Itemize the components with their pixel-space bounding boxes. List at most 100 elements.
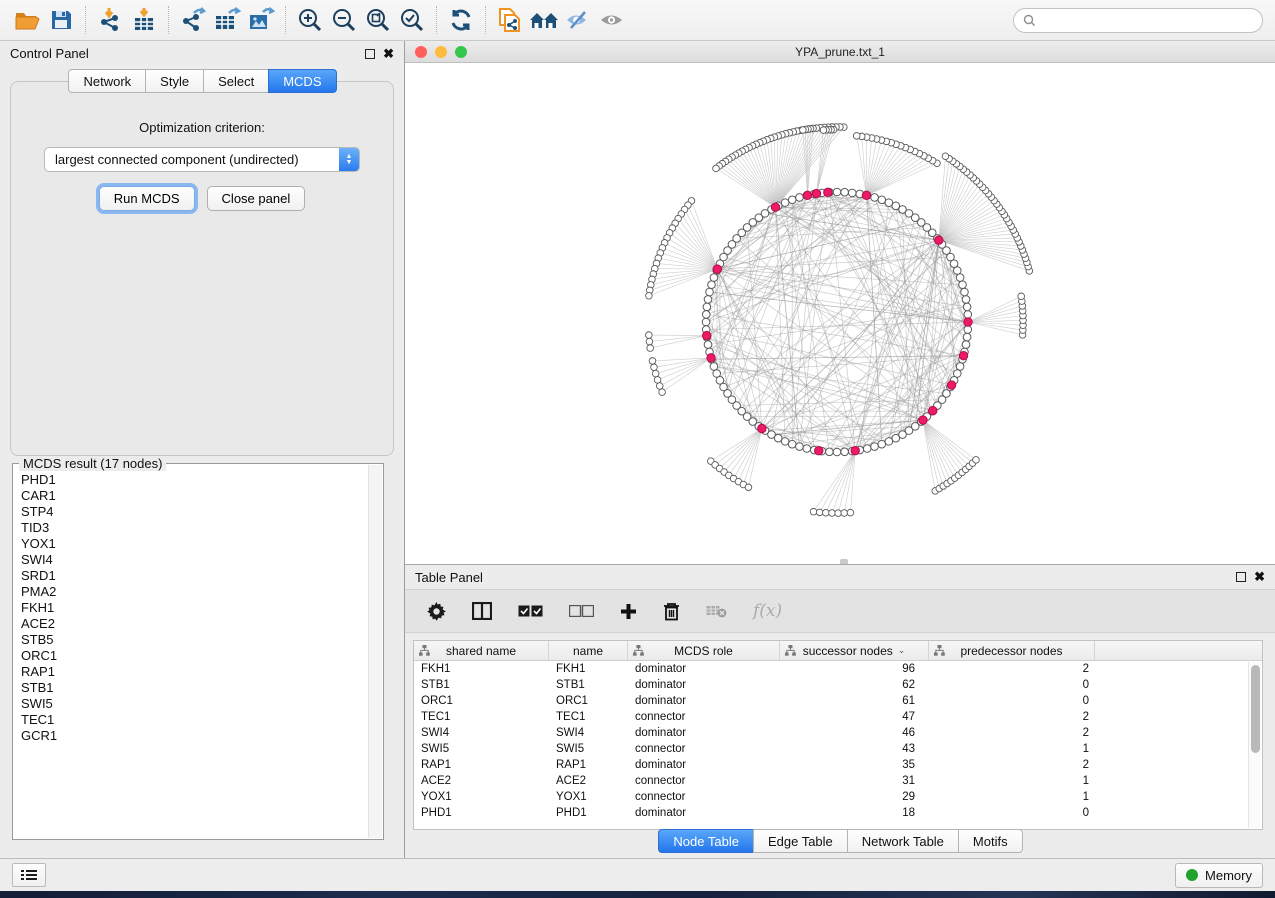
- table-scrollbar-thumb[interactable]: [1251, 665, 1260, 753]
- table-row[interactable]: ORC1ORC1dominator610: [414, 693, 1262, 709]
- network-window: YPA_prune.txt_1: [405, 41, 1275, 564]
- mcds-result-item[interactable]: STB1: [21, 680, 377, 696]
- column-header-successor-nodes[interactable]: successor nodes⌄: [780, 641, 929, 660]
- mcds-result-item[interactable]: ACE2: [21, 616, 377, 632]
- cell-successor-nodes: 96: [780, 663, 929, 675]
- deselect-all-checkboxes-icon[interactable]: [569, 605, 594, 617]
- gear-icon[interactable]: [427, 602, 446, 621]
- mcds-result-item[interactable]: FKH1: [21, 600, 377, 616]
- table-row[interactable]: FKH1FKH1dominator962: [414, 661, 1262, 677]
- tab-network-table[interactable]: Network Table: [847, 829, 959, 853]
- cell-successor-nodes: 35: [780, 759, 929, 771]
- mcds-result-item[interactable]: YOX1: [21, 536, 377, 552]
- save-session-icon[interactable]: [44, 4, 78, 36]
- mcds-result-item[interactable]: SRD1: [21, 568, 377, 584]
- memory-button[interactable]: Memory: [1175, 863, 1263, 888]
- hide-selected-icon[interactable]: [561, 4, 595, 36]
- cell-shared-name: ACE2: [414, 775, 549, 787]
- table-row[interactable]: TEC1TEC1connector472: [414, 709, 1262, 725]
- tab-style[interactable]: Style: [145, 69, 204, 93]
- mcds-result-item[interactable]: TEC1: [21, 712, 377, 728]
- table-panel: Table Panel ✖: [405, 564, 1275, 858]
- table-panel-float-icon[interactable]: [1236, 572, 1246, 582]
- cell-name: ORC1: [549, 695, 628, 707]
- export-network-icon[interactable]: [176, 4, 210, 36]
- export-table-icon[interactable]: [210, 4, 244, 36]
- duplicate-network-icon[interactable]: [493, 4, 527, 36]
- column-header-predecessor-nodes[interactable]: predecessor nodes: [929, 641, 1095, 660]
- search-field[interactable]: [1013, 8, 1263, 33]
- network-graph[interactable]: [405, 63, 1273, 564]
- table-row[interactable]: ACE2ACE2connector311: [414, 773, 1262, 789]
- column-header-name[interactable]: name: [549, 641, 628, 660]
- tab-mcds[interactable]: MCDS: [268, 69, 336, 93]
- mcds-result-item[interactable]: TID3: [21, 520, 377, 536]
- mcds-result-item[interactable]: SWI5: [21, 696, 377, 712]
- window-maximize-light[interactable]: [455, 46, 467, 58]
- show-all-icon[interactable]: [595, 4, 629, 36]
- refresh-view-icon[interactable]: [444, 4, 478, 36]
- table-scrollbar[interactable]: [1248, 662, 1261, 828]
- delete-column-icon[interactable]: [663, 602, 680, 621]
- mcds-result-item[interactable]: PMA2: [21, 584, 377, 600]
- open-file-icon[interactable]: [10, 4, 44, 36]
- first-neighbors-icon[interactable]: [527, 4, 561, 36]
- run-mcds-button[interactable]: Run MCDS: [99, 186, 195, 211]
- function-builder-icon: f(x): [753, 601, 782, 621]
- table-row[interactable]: SWI4SWI4dominator462: [414, 725, 1262, 741]
- table-row[interactable]: STB1STB1dominator620: [414, 677, 1262, 693]
- mcds-result-item[interactable]: RAP1: [21, 664, 377, 680]
- network-canvas[interactable]: [405, 63, 1275, 564]
- control-panel-tabs: NetworkStyleSelectMCDS: [0, 69, 404, 93]
- table-row[interactable]: PHD1PHD1dominator180: [414, 805, 1262, 821]
- columns-icon[interactable]: [472, 602, 492, 620]
- table-row[interactable]: SWI5SWI5connector431: [414, 741, 1262, 757]
- delete-table-icon: [706, 604, 727, 618]
- node-table: shared namenameMCDS rolesuccessor nodes⌄…: [413, 640, 1263, 830]
- table-panel-close-icon[interactable]: ✖: [1254, 572, 1265, 582]
- mcds-result-item[interactable]: ORC1: [21, 648, 377, 664]
- show-panels-button[interactable]: [12, 863, 46, 887]
- mcds-result-item[interactable]: GCR1: [21, 728, 377, 744]
- mcds-result-item[interactable]: CAR1: [21, 488, 377, 504]
- cell-shared-name: STB1: [414, 679, 549, 691]
- tab-motifs[interactable]: Motifs: [958, 829, 1023, 853]
- cell-MCDS-role: connector: [628, 743, 780, 755]
- mcds-result-scrollbar[interactable]: [368, 465, 382, 838]
- add-column-icon[interactable]: [620, 603, 637, 620]
- table-row[interactable]: YOX1YOX1connector291: [414, 789, 1262, 805]
- column-header-MCDS-role[interactable]: MCDS role: [628, 641, 780, 660]
- optimization-criterion-select[interactable]: largest connected component (undirected)…: [44, 147, 360, 172]
- import-network-icon[interactable]: [93, 4, 127, 36]
- tab-node-table[interactable]: Node Table: [658, 829, 754, 853]
- table-row[interactable]: RAP1RAP1dominator352: [414, 757, 1262, 773]
- tab-select[interactable]: Select: [203, 69, 269, 93]
- close-panel-button[interactable]: Close panel: [207, 186, 306, 211]
- cell-MCDS-role: dominator: [628, 727, 780, 739]
- window-close-light[interactable]: [415, 46, 427, 58]
- zoom-out-icon[interactable]: [327, 4, 361, 36]
- mcds-result-item[interactable]: STP4: [21, 504, 377, 520]
- column-header-shared-name[interactable]: shared name: [414, 641, 549, 660]
- window-minimize-light[interactable]: [435, 46, 447, 58]
- mcds-result-item[interactable]: SWI4: [21, 552, 377, 568]
- network-window-titlebar[interactable]: YPA_prune.txt_1: [405, 41, 1275, 63]
- zoom-fit-icon[interactable]: [361, 4, 395, 36]
- select-all-checkboxes-icon[interactable]: [518, 605, 543, 617]
- search-input[interactable]: [1042, 14, 1253, 28]
- cell-predecessor-nodes: 2: [929, 711, 1095, 723]
- tab-edge-table[interactable]: Edge Table: [753, 829, 848, 853]
- mcds-result-item[interactable]: STB5: [21, 632, 377, 648]
- export-image-icon[interactable]: [244, 4, 278, 36]
- import-table-icon[interactable]: [127, 4, 161, 36]
- mcds-result-groupbox: MCDS result (17 nodes) PHD1CAR1STP4TID3Y…: [12, 463, 384, 840]
- control-panel-float-icon[interactable]: [365, 49, 375, 59]
- zoom-in-icon[interactable]: [293, 4, 327, 36]
- control-panel-close-icon[interactable]: ✖: [383, 49, 394, 59]
- zoom-selected-icon[interactable]: [395, 4, 429, 36]
- node-table-header: shared namenameMCDS rolesuccessor nodes⌄…: [414, 641, 1262, 661]
- mcds-result-item[interactable]: PHD1: [21, 472, 377, 488]
- cell-predecessor-nodes: 1: [929, 791, 1095, 803]
- tab-network[interactable]: Network: [68, 69, 146, 93]
- mcds-result-list[interactable]: PHD1CAR1STP4TID3YOX1SWI4SRD1PMA2FKH1ACE2…: [13, 464, 383, 831]
